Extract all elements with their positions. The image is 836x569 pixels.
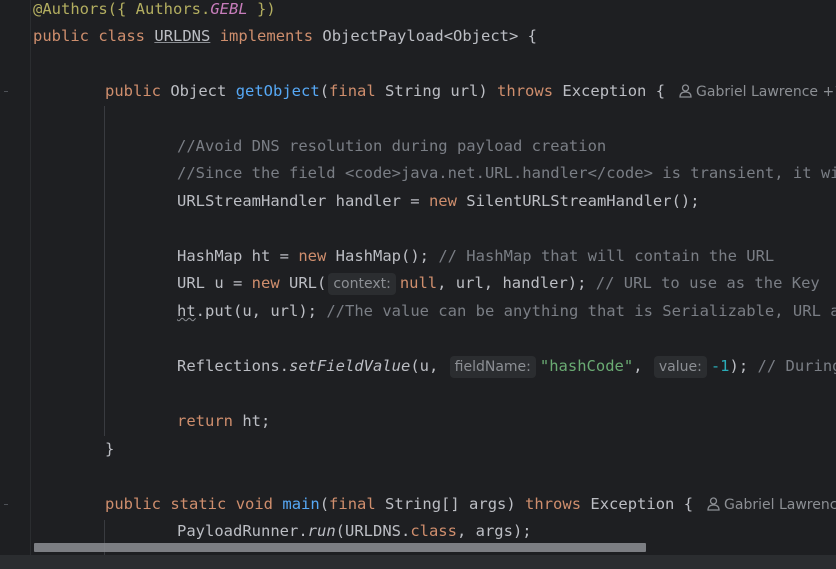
author-name: Gabriel Lawrence +1	[696, 84, 836, 100]
author-name: Gabriel Lawrence	[724, 497, 836, 513]
person-icon	[707, 494, 720, 521]
keyword-class: class	[98, 27, 146, 45]
close-brace: }	[105, 440, 115, 458]
code-line-hashmap[interactable]: HashMap ht = new HashMap(); // HashMap t…	[177, 243, 774, 270]
constructor-call: SilentURLStreamHandler();	[456, 192, 700, 210]
arguments: (u,	[410, 357, 448, 375]
comment-text: // URL to use as the Key	[595, 274, 820, 292]
code-line-class-declaration[interactable]: public class URLDNS implements ObjectPay…	[33, 23, 537, 50]
parameter-list: String url)	[385, 82, 488, 100]
fold-marker[interactable]	[4, 91, 8, 92]
keyword-static: static	[170, 495, 227, 513]
paren-open: (	[319, 82, 330, 100]
keyword-implements: implements	[219, 27, 314, 45]
class-reference: Reflections.	[177, 357, 289, 375]
code-author-hint[interactable]: Gabriel Lawrence +1	[679, 84, 836, 100]
code-editor[interactable]: @Authors({ Authors.GEBL }) public class …	[0, 0, 836, 555]
comma: ,	[633, 357, 652, 375]
keyword-new: new	[428, 192, 457, 210]
comment-text: //Since the field <code>java.net.URL.han…	[177, 164, 836, 182]
parameter-hint-context: context:	[328, 273, 396, 295]
string-literal: "hashCode"	[539, 357, 634, 375]
editor-bottom-bar	[0, 555, 836, 569]
method-name-setfieldvalue[interactable]: setFieldValue	[289, 357, 410, 375]
gutter-divider	[30, 0, 31, 555]
keyword-class: class	[410, 522, 457, 540]
parameter-hint-value: value:	[653, 356, 707, 378]
method-name-getobject[interactable]: getObject	[236, 82, 320, 100]
annotation-name: Authors	[135, 0, 201, 18]
indent-guide	[104, 106, 105, 436]
class-name[interactable]: URLDNS	[154, 27, 210, 45]
method-call: .put(u, url);	[195, 302, 327, 320]
interface-name[interactable]: ObjectPayload<Object>	[322, 27, 518, 45]
code-line-comment[interactable]: //Since the field <code>java.net.URL.han…	[177, 160, 836, 187]
code-line-return[interactable]: return ht;	[177, 408, 270, 435]
keyword-throws: throws	[525, 495, 582, 513]
code-line-main-signature[interactable]: public static void main(final String[] a…	[105, 491, 836, 518]
comment-text: //The value can be anything that is Seri…	[326, 302, 836, 320]
keyword-public: public	[105, 82, 161, 100]
number-literal: -1	[710, 357, 730, 375]
method-name-main[interactable]: main	[282, 495, 319, 513]
method-name-run[interactable]: run	[308, 522, 336, 540]
class-reference: PayloadRunner.	[177, 522, 308, 540]
arguments: , url, handler);	[437, 274, 596, 292]
keyword-void: void	[235, 495, 274, 513]
keyword-public: public	[105, 495, 161, 513]
fold-marker[interactable]	[4, 504, 8, 505]
code-line-reflections[interactable]: Reflections.setFieldValue(u, fieldName: "…	[177, 353, 836, 380]
comment-text: //Avoid DNS resolution during payload cr…	[177, 137, 607, 155]
keyword-final: final	[329, 82, 376, 100]
annotation-dot: .	[201, 0, 211, 18]
parameter-list: String[] args)	[385, 495, 516, 513]
keyword-new: new	[298, 247, 327, 265]
code-line-url[interactable]: URL u = new URL(context: null, url, handl…	[177, 270, 820, 297]
horizontal-scrollbar-thumb[interactable]	[34, 543, 646, 552]
code-line-close-brace[interactable]: }	[105, 436, 114, 463]
return-value: ht;	[233, 412, 271, 430]
keyword-final: final	[329, 495, 376, 513]
exception-type: Exception {	[590, 495, 694, 513]
code-line-annotation[interactable]: @Authors({ Authors.GEBL })	[33, 0, 276, 23]
comment-text: // HashMap that will contain the URL	[438, 247, 775, 265]
keyword-public: public	[33, 27, 89, 45]
keyword-new: new	[251, 274, 280, 292]
constructor-call: URL(	[279, 274, 327, 292]
parameter-hint-fieldname: fieldName:	[449, 356, 536, 378]
arguments: , args);	[456, 522, 532, 540]
code-line-put[interactable]: ht.put(u, url); //The value can be anyth…	[177, 298, 836, 325]
person-icon	[679, 81, 692, 108]
code-line-getobject-signature[interactable]: public Object getObject(final String url…	[105, 78, 836, 105]
arguments: (URLDNS.	[335, 522, 411, 540]
keyword-null: null	[399, 274, 438, 292]
declaration: URL u =	[177, 274, 252, 292]
open-brace: {	[518, 27, 538, 45]
comment-text: // During the put above, the URL's hashC…	[757, 357, 836, 375]
variable-ht[interactable]: ht	[177, 302, 196, 320]
declaration: URLStreamHandler handler =	[177, 192, 429, 210]
paren-open: (	[319, 495, 330, 513]
exception-type: Exception {	[562, 82, 666, 100]
close-paren: );	[729, 357, 758, 375]
code-line-comment[interactable]: //Avoid DNS resolution during payload cr…	[177, 133, 606, 160]
keyword-return: return	[177, 412, 233, 430]
annotation-arg: GEBL	[210, 0, 248, 18]
code-line-handler[interactable]: URLStreamHandler handler = new SilentURL…	[177, 188, 700, 215]
annotation-token: @Authors({	[33, 0, 127, 18]
code-author-hint[interactable]: Gabriel Lawrence	[707, 497, 836, 513]
keyword-throws: throws	[497, 82, 554, 100]
declaration: HashMap ht =	[177, 247, 299, 265]
code-line-payload-runner[interactable]: PayloadRunner.run(URLDNS.class, args);	[177, 518, 532, 545]
annotation-close: })	[257, 0, 276, 18]
return-type: Object	[170, 82, 227, 100]
constructor-call: HashMap();	[326, 247, 439, 265]
